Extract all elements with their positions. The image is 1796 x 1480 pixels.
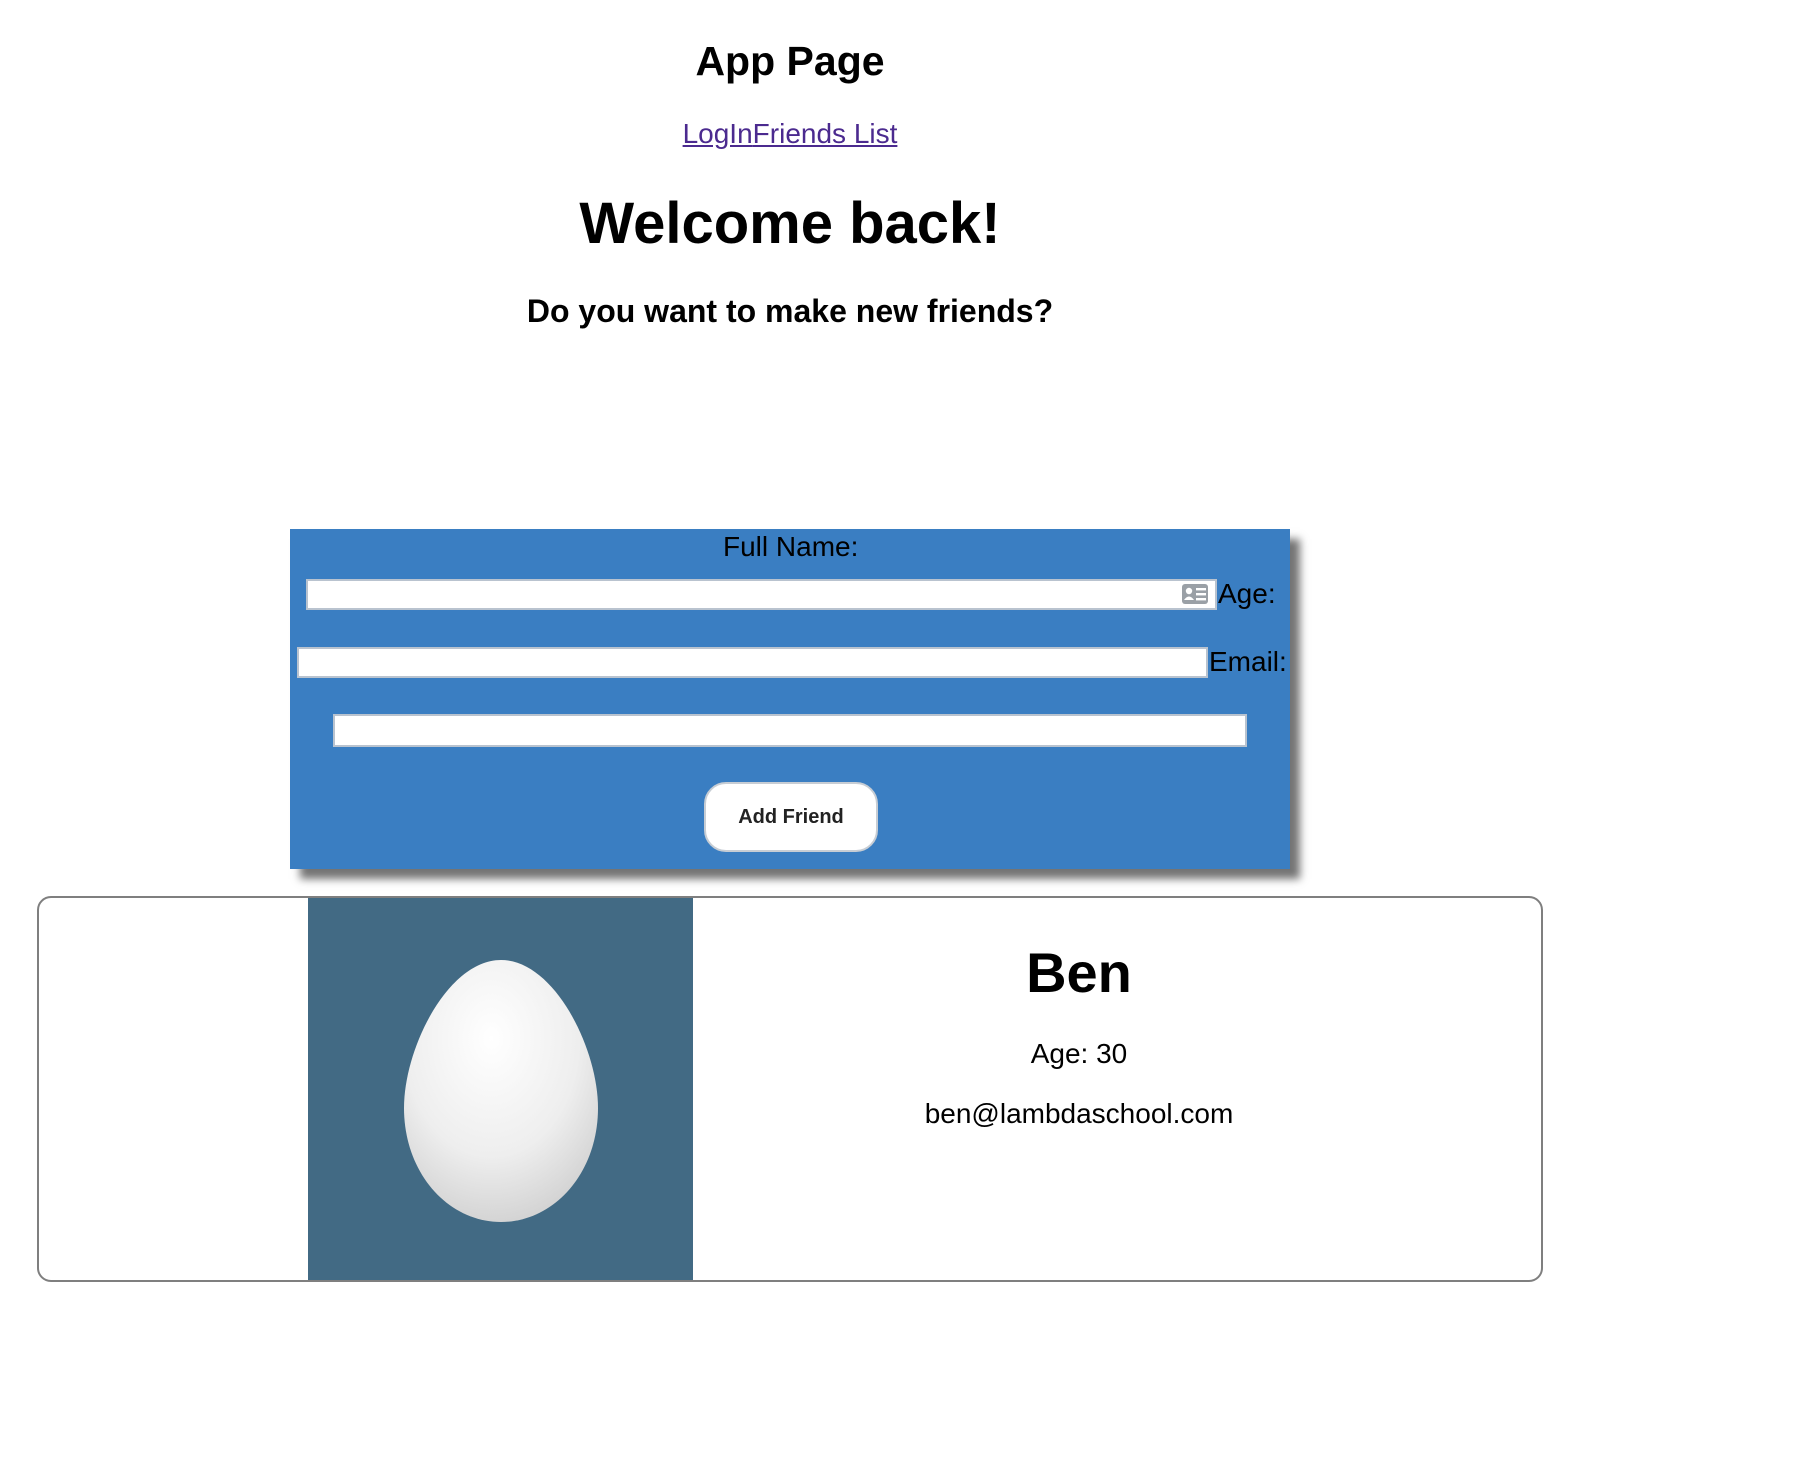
age-label: Age:	[1218, 578, 1276, 609]
avatar	[308, 898, 693, 1280]
friends-list-link[interactable]: Friends List	[753, 118, 898, 149]
email-input[interactable]	[333, 714, 1247, 747]
friend-name: Ben	[1026, 941, 1132, 1004]
friend-email: ben@lambdaschool.com	[924, 1098, 1234, 1129]
full-name-input[interactable]	[306, 579, 1217, 610]
full-name-label: Full Name:	[723, 531, 859, 562]
egg-avatar-icon	[404, 960, 598, 1222]
email-label: Email:	[1209, 646, 1287, 677]
nav-links: LogInFriends List	[0, 118, 1580, 150]
contact-card-icon[interactable]	[1181, 583, 1209, 605]
app-page: App Page LogInFriends List Welcome back!…	[0, 0, 1796, 1480]
age-input[interactable]	[297, 647, 1208, 678]
login-link[interactable]: LogIn	[683, 118, 753, 149]
subtitle-heading: Do you want to make new friends?	[526, 293, 1054, 329]
friend-age: Age: 30	[1030, 1038, 1128, 1069]
add-friend-button[interactable]: Add Friend	[704, 782, 878, 852]
welcome-heading: Welcome back!	[579, 191, 1001, 256]
app-title: App Page	[695, 38, 885, 84]
add-friend-form: Full Name: Age: Email: Add Friend	[290, 529, 1290, 869]
